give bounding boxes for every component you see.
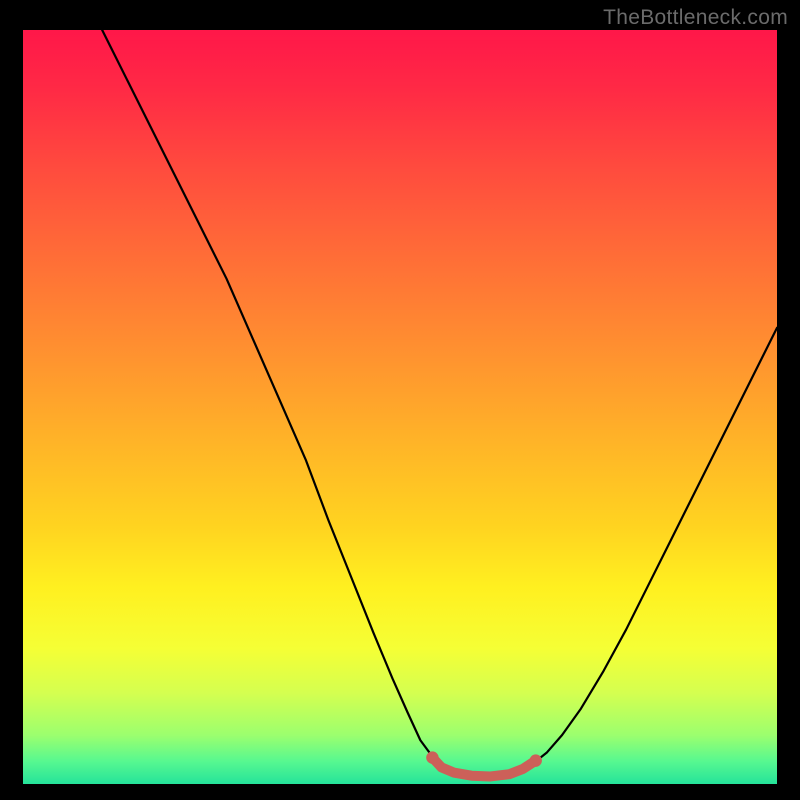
chart-stage: TheBottleneck.com (0, 0, 800, 800)
plot-svg (23, 30, 777, 784)
plot-area (23, 30, 777, 784)
optimal-range-marker-endpoint (530, 754, 542, 766)
optimal-range-marker-endpoint (426, 751, 438, 763)
watermark-text: TheBottleneck.com (603, 6, 788, 30)
gradient-background (23, 30, 777, 784)
